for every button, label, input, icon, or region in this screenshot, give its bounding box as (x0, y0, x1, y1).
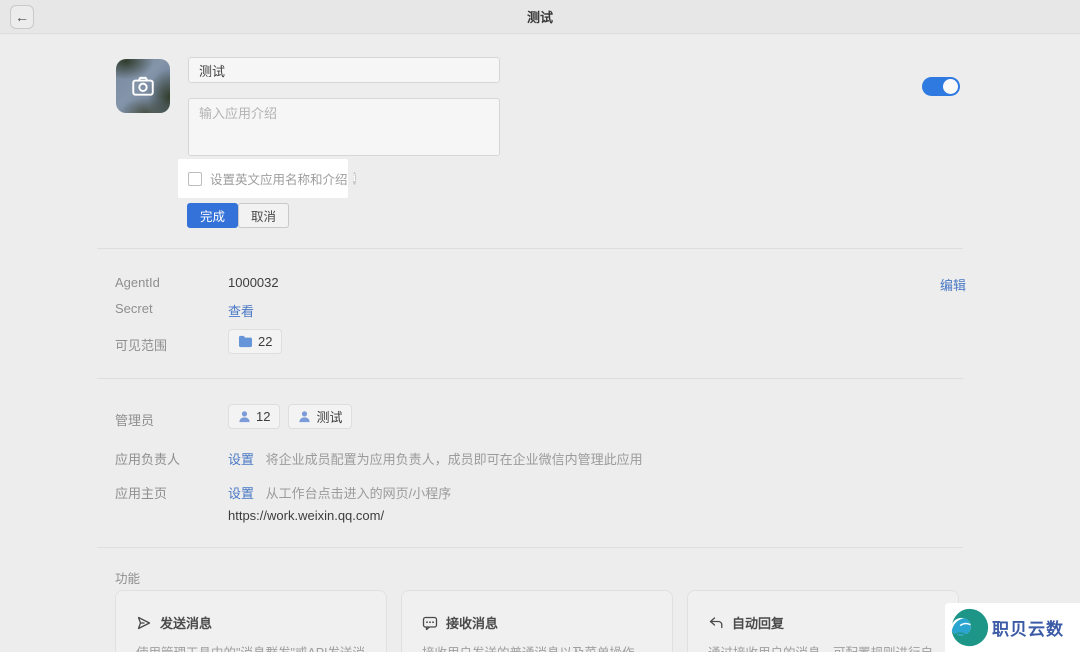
watermark-text: 职贝云数 (992, 615, 1064, 640)
back-arrow-icon: ← (15, 9, 29, 25)
english-name-option-row: 设置英文应用名称和介绍 i (178, 159, 348, 198)
admin-chip-label: 测试 (316, 407, 342, 426)
receive-message-icon (422, 615, 438, 631)
toggle-knob (943, 79, 958, 94)
homepage-label: 应用主页 (115, 483, 167, 502)
homepage-desc: 从工作台点击进入的网页/小程序 (266, 486, 452, 501)
divider (97, 248, 963, 249)
feature-card-receive-message[interactable]: 接收消息 接收用户发送的普通消息以及菜单操作、外部联系人变更等事件消息 (401, 590, 673, 652)
admin-chip-label: 12 (256, 409, 270, 424)
top-bar: ← 测试 (0, 0, 1080, 34)
watermark-logo-icon (949, 607, 990, 648)
feature-cards: 发送消息 使用管理工具中的"消息群发"或API发送消息 接收消息 接收用户发送的… (115, 590, 959, 652)
person-icon (298, 410, 311, 423)
secret-view-link[interactable]: 查看 (228, 301, 254, 320)
feature-card-title: 发送消息 (160, 613, 212, 632)
divider (97, 547, 963, 548)
divider (97, 378, 963, 379)
app-logo-upload[interactable] (116, 59, 170, 113)
secret-label: Secret (115, 301, 153, 316)
done-button[interactable]: 完成 (187, 203, 238, 228)
watermark: 职贝云数 (945, 603, 1080, 652)
owner-set-link[interactable]: 设置 (228, 452, 254, 467)
visible-range-count: 22 (258, 334, 272, 349)
app-name-input[interactable] (188, 57, 500, 83)
admin-chip[interactable]: 12 (228, 404, 280, 429)
homepage-url[interactable]: https://work.weixin.qq.com/ (228, 508, 384, 523)
agentid-label: AgentId (115, 275, 160, 290)
send-message-icon (136, 615, 152, 631)
page-title: 测试 (527, 7, 553, 26)
agentid-value: 1000032 (228, 275, 279, 290)
feature-card-title: 自动回复 (732, 613, 784, 632)
back-button[interactable]: ← (10, 5, 34, 29)
owner-desc: 将企业成员配置为应用负责人，成员即可在企业微信内管理此应用 (266, 452, 643, 467)
english-name-checkbox[interactable] (188, 172, 202, 186)
feature-card-desc: 使用管理工具中的"消息群发"或API发送消息 (136, 644, 366, 652)
auto-reply-icon (708, 615, 724, 631)
feature-card-desc: 接收用户发送的普通消息以及菜单操作、外部联系人变更等事件消息 (422, 644, 652, 652)
features-label: 功能 (115, 568, 140, 587)
feature-card-title: 接收消息 (446, 613, 498, 632)
admin-label: 管理员 (115, 410, 154, 429)
homepage-set-link[interactable]: 设置 (228, 486, 254, 501)
feature-card-auto-reply[interactable]: 自动回复 通过接收用户的消息，可配置规则进行自动回复 (687, 590, 959, 652)
person-icon (238, 410, 251, 423)
info-icon[interactable]: i (353, 172, 356, 185)
edit-link[interactable]: 编辑 (940, 275, 966, 294)
visible-range-label: 可见范围 (115, 335, 167, 354)
feature-card-desc: 通过接收用户的消息，可配置规则进行自动回复 (708, 644, 938, 652)
app-enabled-toggle[interactable] (922, 77, 960, 96)
cancel-button[interactable]: 取消 (238, 203, 289, 228)
owner-label: 应用负责人 (115, 449, 180, 468)
feature-card-send-message[interactable]: 发送消息 使用管理工具中的"消息群发"或API发送消息 (115, 590, 387, 652)
folder-icon (238, 335, 253, 348)
camera-icon (130, 73, 156, 99)
english-name-checkbox-label: 设置英文应用名称和介绍 (210, 169, 348, 188)
app-intro-textarea[interactable] (188, 98, 500, 156)
admin-chip[interactable]: 测试 (288, 404, 352, 429)
visible-range-chip[interactable]: 22 (228, 329, 282, 354)
